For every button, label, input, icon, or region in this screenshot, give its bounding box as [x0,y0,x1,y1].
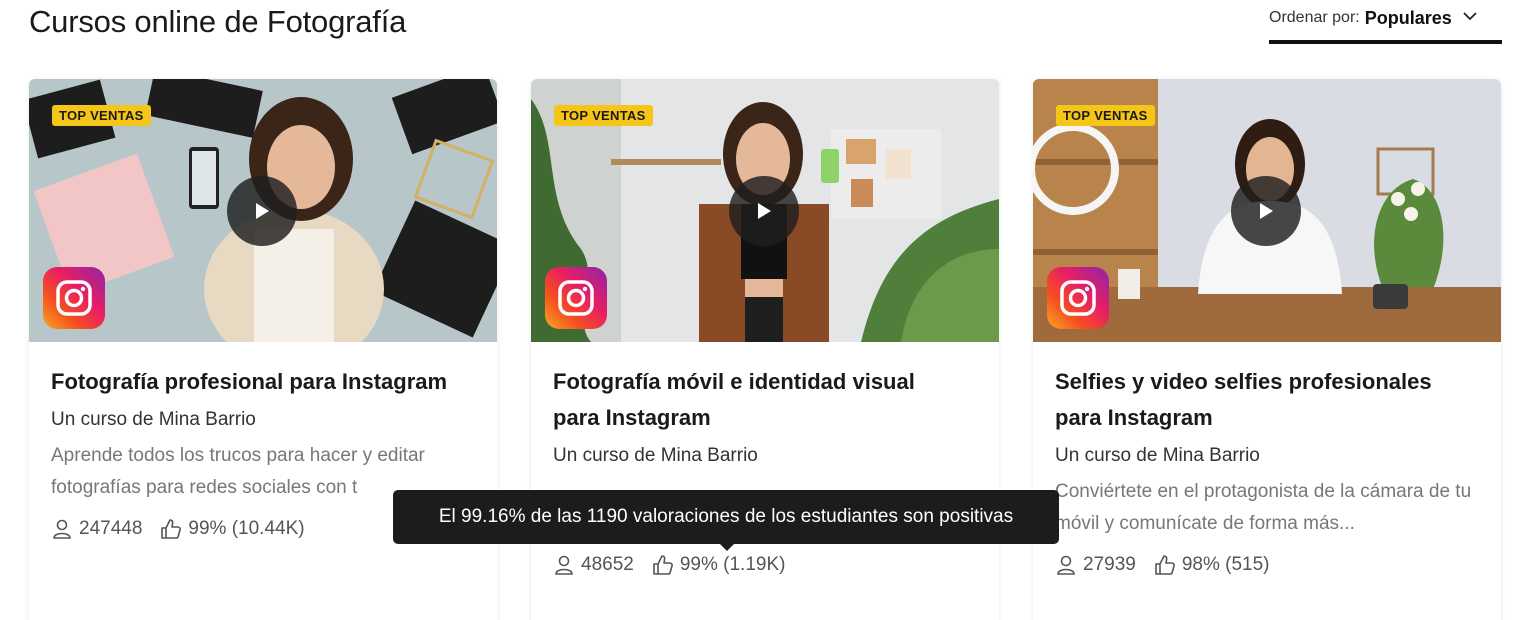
top-sales-badge: TOP VENTAS [52,105,151,126]
course-title[interactable]: Fotografía profesional para Instagram [51,364,475,400]
top-sales-badge: TOP VENTAS [1056,105,1155,126]
play-icon [256,203,269,219]
page-title: Cursos online de Fotografía [29,4,407,39]
play-button[interactable] [729,176,799,246]
course-author: Un curso de Mina Barrio [553,445,758,466]
instagram-icon [1047,267,1109,329]
course-thumbnail[interactable]: TOP VENTAS [1033,79,1501,342]
course-description: Conviértete en el protagonista de la cám… [1055,481,1472,534]
rating[interactable]: 99% (10.44K) [160,518,305,540]
tooltip-text: El 99.16% de las 1190 valoraciones de lo… [438,506,1014,527]
rating-tooltip: El 99.16% de las 1190 valoraciones de lo… [393,490,1059,544]
course-author: Un curso de Mina Barrio [1055,445,1260,466]
students-count: 48652 [553,554,634,576]
course-thumbnail[interactable]: TOP VENTAS [29,79,497,342]
course-title[interactable]: Selfies y video selfies profesionales pa… [1055,364,1479,436]
students-count: 247448 [51,518,142,540]
students-count: 27939 [1055,554,1136,576]
course-card[interactable]: TOP VENTAS Selfies y video selfies profe… [1033,79,1501,620]
play-button[interactable] [1231,176,1301,246]
course-author: Un curso de Mina Barrio [51,409,256,430]
course-stats: 27939 98% (515) [1055,554,1479,576]
thumbs-up-icon [161,519,182,539]
instagram-icon [545,267,607,329]
play-icon [758,203,771,219]
chevron-down-icon [1463,12,1477,21]
rating[interactable]: 98% (515) [1154,554,1270,576]
course-stats: 48652 99% (1.19K) [553,554,977,576]
tooltip-arrow [719,543,735,551]
thumbs-up-icon [653,555,673,575]
top-sales-badge: TOP VENTAS [554,105,653,126]
course-title[interactable]: Fotografía móvil e identidad visual para… [553,364,977,436]
rating[interactable]: 99% (1.19K) [652,554,785,576]
thumbs-up-icon [1155,555,1175,575]
course-thumbnail[interactable]: TOP VENTAS [531,79,999,342]
user-icon [53,519,71,539]
sort-label: Ordenar por: [1269,9,1360,26]
user-icon [555,555,573,575]
play-button[interactable] [227,176,297,246]
user-icon [1057,555,1075,575]
sort-value: Populares [1364,8,1452,28]
instagram-icon [43,267,105,329]
sort-dropdown[interactable]: Ordenar por: Populares [1269,4,1502,44]
play-icon [1260,203,1273,219]
